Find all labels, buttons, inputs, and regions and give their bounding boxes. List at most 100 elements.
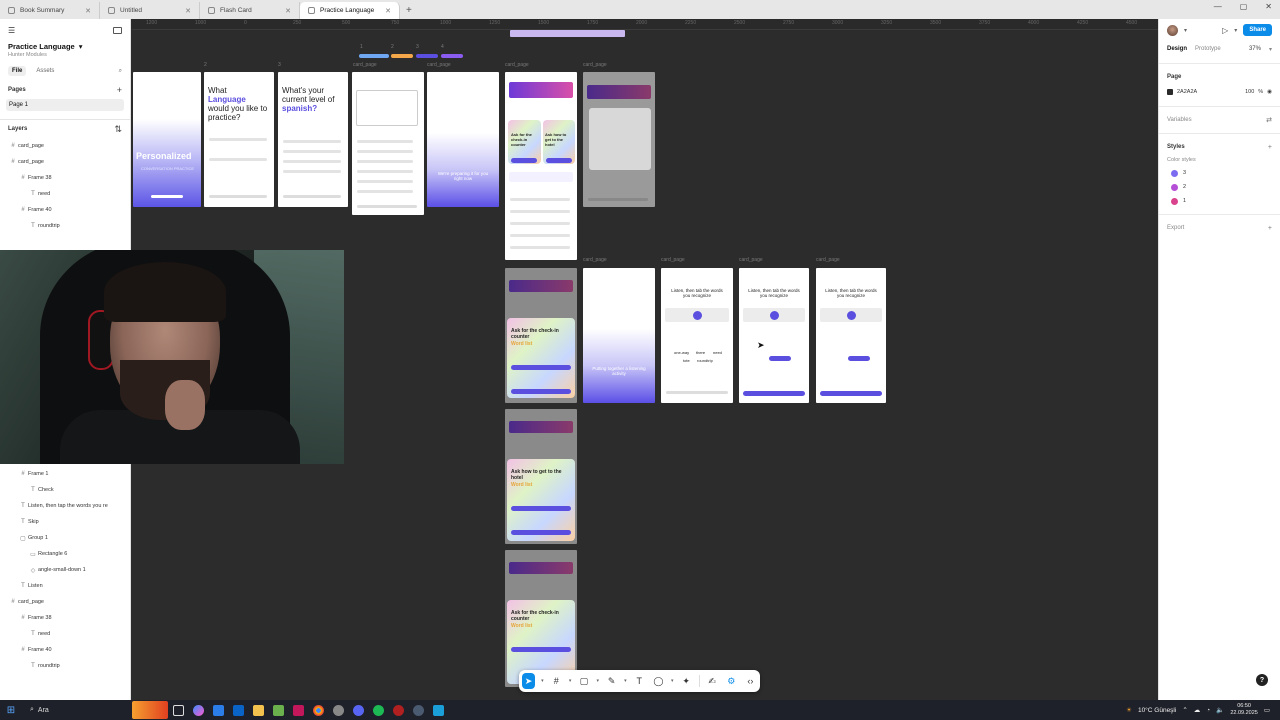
tab-book-summary[interactable]: Book Summary ✕ — [0, 2, 100, 19]
layer-item[interactable]: T Skip — [0, 514, 130, 530]
continue-button[interactable] — [283, 195, 341, 198]
chrome-profile-icon[interactable] — [328, 702, 348, 718]
add-export-icon[interactable]: + — [1268, 225, 1272, 232]
present-play-icon[interactable]: ▷ — [1222, 26, 1228, 35]
check-button[interactable] — [820, 391, 882, 396]
close-icon[interactable]: ✕ — [85, 7, 91, 15]
level-option[interactable] — [283, 150, 341, 153]
store-icon[interactable] — [208, 702, 228, 718]
step-pill[interactable] — [416, 54, 438, 58]
topic-item[interactable] — [357, 150, 413, 153]
project-title[interactable]: Practice Language ▾ — [0, 41, 130, 52]
chevron-down-icon[interactable]: ▾ — [1269, 46, 1272, 53]
layer-item[interactable]: # card_page — [0, 138, 130, 154]
discord-icon[interactable] — [348, 702, 368, 718]
avatar[interactable] — [1167, 24, 1178, 36]
layer-item[interactable]: # Frame 1 — [0, 466, 130, 482]
maximize-icon[interactable]: ▢ — [1240, 2, 1248, 11]
close-icon[interactable]: ✕ — [385, 7, 391, 15]
tab-file[interactable]: File — [8, 66, 27, 76]
layer-item[interactable]: Troundtrip — [0, 218, 130, 234]
play-icon[interactable] — [693, 311, 702, 320]
tab-flash-card[interactable]: Flash Card ✕ — [200, 2, 300, 19]
frame-what-language[interactable]: What Language would you like to practice… — [204, 72, 274, 207]
topic-item[interactable] — [357, 190, 413, 193]
page-color-row[interactable]: 2A2A2A 100 % ◉ — [1159, 84, 1280, 100]
tab-design[interactable]: Design — [1167, 46, 1187, 52]
frame-personalized[interactable]: Personalized CONVERSATION PRACTICE — [133, 72, 201, 207]
language-select[interactable] — [209, 158, 267, 161]
word-chip[interactable]: roundtrip — [697, 356, 713, 365]
frame-tool[interactable]: # — [550, 673, 563, 689]
list-row[interactable] — [588, 198, 648, 201]
obs-icon[interactable] — [388, 702, 408, 718]
selected-word-chip[interactable] — [769, 356, 791, 361]
topic-item[interactable] — [357, 170, 413, 173]
browser-icon[interactable] — [408, 702, 428, 718]
frame-level[interactable]: What's your current level of spanish? — [278, 72, 348, 207]
close-icon[interactable]: ✕ — [285, 7, 291, 15]
copilot-icon[interactable] — [188, 702, 208, 718]
topic-item[interactable] — [357, 160, 413, 163]
layer-item[interactable]: T Listen, then tap the words you re — [0, 498, 130, 514]
spotify-icon[interactable] — [368, 702, 388, 718]
weather-icon[interactable]: ☀ — [1126, 706, 1132, 714]
play-icon[interactable] — [847, 311, 856, 320]
chevron-down-icon[interactable]: ▾ — [569, 678, 572, 684]
layer-item[interactable]: # Frame 40 — [0, 202, 130, 218]
windows-start-icon[interactable]: ⊞ — [0, 705, 22, 716]
step-pill[interactable] — [441, 54, 463, 58]
layer-item[interactable]: # Frame 38 — [0, 170, 130, 186]
screen-tool-icon[interactable] — [428, 702, 448, 718]
frame-word-list[interactable]: Ask for the check-in counter Ask how to … — [505, 72, 577, 260]
dev-mode-icon[interactable]: ‹› — [744, 673, 757, 689]
color-style-item[interactable]: 3 — [1159, 166, 1280, 180]
frame-preparing[interactable]: We're preparing it for you right now — [427, 72, 499, 207]
language-select[interactable] — [209, 138, 267, 141]
layer-item[interactable]: # Frame 40 — [0, 642, 130, 658]
listen-button[interactable] — [511, 647, 571, 652]
level-option[interactable] — [283, 170, 341, 173]
frame-top-strip[interactable] — [510, 30, 625, 37]
check-button[interactable] — [666, 391, 728, 394]
figma-menu-icon[interactable]: ☰ — [8, 26, 15, 35]
add-style-icon[interactable]: + — [1268, 144, 1272, 151]
frame-word-list-popup[interactable] — [583, 72, 655, 207]
check-button[interactable] — [743, 391, 805, 396]
tab-assets[interactable]: Assets — [36, 68, 54, 74]
explorer-icon[interactable] — [248, 702, 268, 718]
page-item[interactable]: Page 1 — [6, 99, 124, 111]
popup-panel[interactable] — [589, 108, 651, 170]
list-row[interactable] — [510, 198, 570, 201]
layer-item[interactable]: Tneed — [0, 186, 130, 202]
actions-tool[interactable]: ✦ — [680, 673, 693, 689]
rectangle-tool[interactable]: ▢ — [577, 673, 590, 689]
list-row[interactable] — [510, 246, 570, 249]
draw-mode-icon[interactable]: ✍ — [706, 673, 719, 689]
listen-button[interactable] — [546, 158, 572, 163]
zoom-level[interactable]: 37% — [1249, 46, 1261, 52]
move-tool[interactable]: ➤ — [522, 673, 536, 689]
chevron-down-icon[interactable]: ▾ — [597, 678, 600, 684]
photos-icon[interactable] — [268, 702, 288, 718]
level-option[interactable] — [283, 160, 341, 163]
tab-untitled[interactable]: Untitled ✕ — [100, 2, 200, 19]
cloud-icon[interactable]: ☁ — [1194, 706, 1201, 714]
help-button[interactable]: ? — [1256, 674, 1268, 686]
widgets-icon[interactable] — [132, 701, 168, 719]
page-color-hex[interactable]: 2A2A2A — [1177, 89, 1197, 95]
listen-button[interactable] — [511, 158, 537, 163]
create-box[interactable] — [509, 172, 573, 182]
pen-tool[interactable]: ✎ — [605, 673, 618, 689]
page-opacity[interactable]: 100 — [1245, 89, 1254, 95]
layer-item[interactable]: ◇ angle-small-down 1 — [0, 562, 130, 578]
taskbar-search[interactable]: ⌕ Ara — [22, 703, 132, 717]
color-swatch[interactable] — [1167, 89, 1173, 95]
list-row[interactable] — [510, 210, 570, 213]
chevron-up-icon[interactable]: ⌃ — [1182, 706, 1187, 714]
topic-item[interactable] — [357, 180, 413, 183]
add-page-icon[interactable]: + — [117, 85, 122, 95]
layer-item[interactable]: ▭ Rectangle 6 — [0, 546, 130, 562]
close-window-icon[interactable]: ✕ — [1265, 2, 1272, 11]
color-style-item[interactable]: 1 — [1159, 194, 1280, 208]
